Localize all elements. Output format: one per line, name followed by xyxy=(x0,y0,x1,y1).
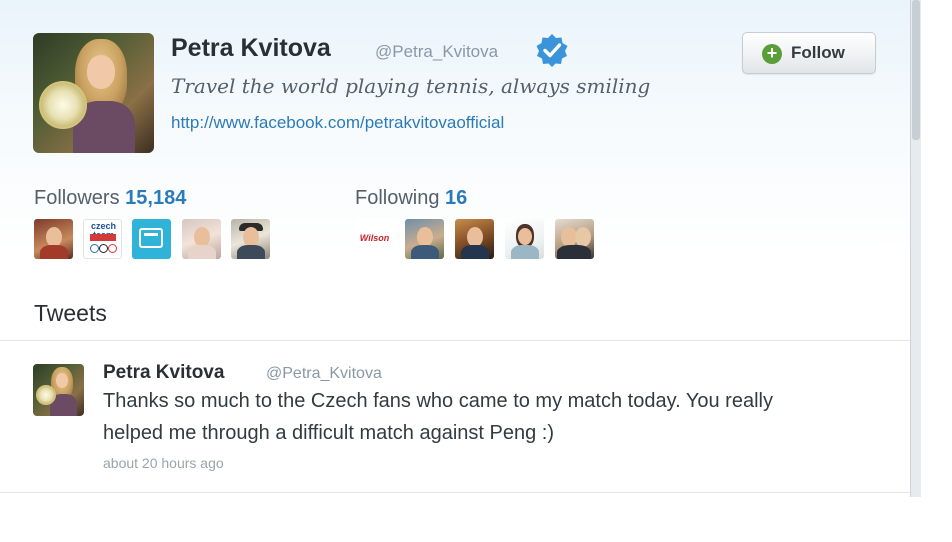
thumb-body xyxy=(511,245,539,259)
wilson-logo: Wilson xyxy=(359,233,390,243)
plus-circle-icon: + xyxy=(762,44,782,64)
thumb-face xyxy=(194,227,210,247)
following-thumb-2[interactable] xyxy=(405,219,444,259)
follower-thumb-2[interactable]: czech team xyxy=(83,219,122,259)
following-thumb-3[interactable] xyxy=(455,219,494,259)
avatar-face xyxy=(56,373,68,388)
tweet-timestamp[interactable]: about 20 hours ago xyxy=(103,455,224,471)
tweet-text-line-2: helped me through a difficult match agai… xyxy=(103,422,555,444)
logo-stroke xyxy=(144,233,158,236)
thumb-body xyxy=(557,245,591,259)
thumb-face-2 xyxy=(575,227,591,247)
following-count[interactable]: 16 xyxy=(445,187,467,209)
profile-avatar[interactable] xyxy=(33,33,154,153)
follower-thumb-5[interactable] xyxy=(231,219,270,259)
olympic-2012-logo-icon xyxy=(139,228,163,248)
followers-label: Followers xyxy=(34,187,120,209)
following-stat[interactable]: Following 16 xyxy=(355,187,467,210)
thumb-face xyxy=(46,227,62,247)
scrollbar-thumb[interactable] xyxy=(912,0,920,140)
trophy-plate xyxy=(36,385,56,405)
follower-thumb-3[interactable] xyxy=(132,219,171,259)
thumb-body xyxy=(411,245,439,259)
thumb-body xyxy=(188,245,216,259)
following-label: Following xyxy=(355,187,440,209)
thumb-face xyxy=(243,227,259,247)
thumb-body xyxy=(461,245,489,259)
thumb-face xyxy=(518,228,532,245)
avatar-face xyxy=(87,55,115,89)
following-thumb-4[interactable] xyxy=(505,219,544,259)
profile-card: Petra Kvitova @Petra_Kvitova Travel the … xyxy=(0,0,911,497)
profile-bio: Travel the world playing tennis, always … xyxy=(171,74,651,98)
page: Petra Kvitova @Petra_Kvitova Travel the … xyxy=(0,0,952,542)
thumb-face xyxy=(467,227,483,247)
olympic-rings-icon xyxy=(90,244,117,253)
following-thumb-5[interactable] xyxy=(555,219,594,259)
tweet-text-line-1: Thanks so much to the Czech fans who cam… xyxy=(103,390,773,412)
followers-stat[interactable]: Followers 15,184 xyxy=(34,187,186,210)
follower-thumb-1[interactable] xyxy=(34,219,73,259)
trophy-plate xyxy=(39,81,87,129)
tweet-author-name[interactable]: Petra Kvitova xyxy=(103,362,224,384)
thumb-body xyxy=(40,245,68,259)
follow-button[interactable]: + Follow xyxy=(742,32,876,74)
thumb-body xyxy=(237,245,265,259)
divider xyxy=(0,492,910,493)
follower-thumb-4[interactable] xyxy=(182,219,221,259)
tweets-heading: Tweets xyxy=(34,300,107,326)
profile-name[interactable]: Petra Kvitova xyxy=(171,34,331,63)
profile-handle[interactable]: @Petra_Kvitova xyxy=(375,42,498,62)
flag-stripe xyxy=(90,234,116,241)
tweet-author-handle[interactable]: @Petra_Kvitova xyxy=(266,365,382,383)
thumb-face xyxy=(417,227,433,247)
tweet-author-avatar[interactable] xyxy=(33,364,84,416)
profile-url-link[interactable]: http://www.facebook.com/petrakvitovaoffi… xyxy=(171,113,504,133)
following-thumb-1[interactable]: Wilson xyxy=(355,219,394,259)
verified-badge-icon xyxy=(536,34,568,67)
follow-button-label: Follow xyxy=(791,43,845,62)
scrollbar[interactable] xyxy=(910,0,921,497)
followers-count[interactable]: 15,184 xyxy=(125,187,186,209)
divider xyxy=(0,340,910,341)
